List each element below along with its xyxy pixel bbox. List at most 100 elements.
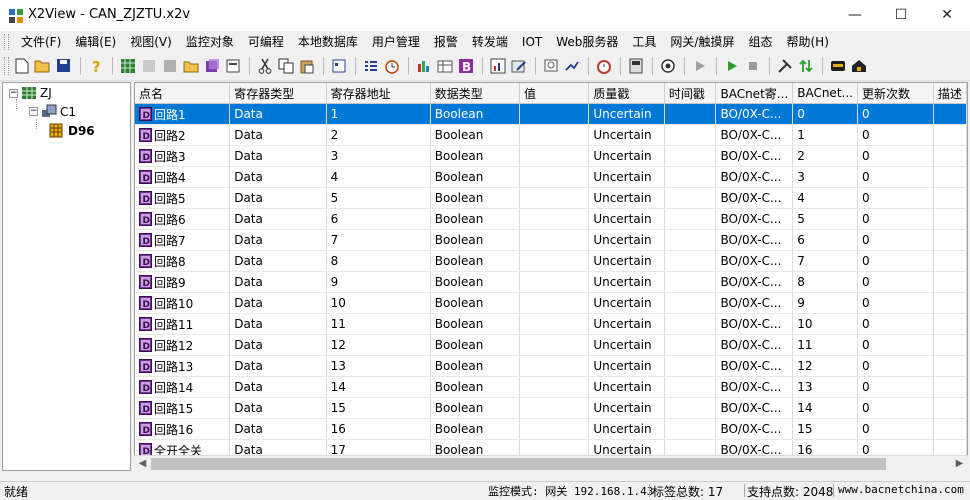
chart-icon[interactable] xyxy=(488,56,507,75)
collapse-toggle[interactable]: − xyxy=(9,88,18,98)
table-row[interactable]: D 回路12 Data 12 Boolean Uncertain BO/0X-C... 11 0 xyxy=(135,334,967,356)
help-icon[interactable]: ? xyxy=(86,56,105,75)
table-row[interactable]: D 回路16 Data 16 Boolean Uncertain BO/0X-C... 15 0 xyxy=(135,418,967,440)
properties-icon[interactable] xyxy=(223,56,242,75)
menu-user-management[interactable]: 用户管理 xyxy=(365,34,427,50)
col-header-bacnet-object[interactable]: BACnet寄... xyxy=(715,83,794,104)
import-icon[interactable] xyxy=(139,56,158,75)
table-row[interactable]: D 回路3 Data 3 Boolean Uncertain BO/0X-C... 2 0 xyxy=(135,145,967,167)
minimize-button[interactable]: — xyxy=(832,0,878,31)
cell-register-address: 7 xyxy=(326,229,431,251)
alarm-icon[interactable] xyxy=(594,56,613,75)
stop-icon[interactable] xyxy=(743,56,762,75)
menu-help[interactable]: 帮助(H) xyxy=(779,34,835,50)
table-row[interactable]: D 回路10 Data 10 Boolean Uncertain BO/0X-C... 9 0 xyxy=(135,292,967,314)
arrows-icon[interactable] xyxy=(796,56,815,75)
menu-web-server[interactable]: Web服务器 xyxy=(549,34,625,50)
monitor-icon[interactable] xyxy=(658,56,677,75)
edit-icon[interactable] xyxy=(509,56,528,75)
menu-local-database[interactable]: 本地数据库 xyxy=(291,34,365,50)
table-row[interactable]: D 回路6 Data 6 Boolean Uncertain BO/0X-C... 5 0 xyxy=(135,208,967,230)
col-header-timestamp[interactable]: 时间戳 xyxy=(664,83,717,104)
col-header-value[interactable]: 值 xyxy=(519,83,590,104)
col-header-name[interactable]: 点名 xyxy=(135,83,231,104)
close-button[interactable]: ✕ xyxy=(924,0,970,31)
menu-forwarder[interactable]: 转发端 xyxy=(465,34,515,50)
col-header-quality[interactable]: 质量戳 xyxy=(588,83,665,104)
menu-programmable[interactable]: 可编程 xyxy=(241,34,291,50)
cube-icon[interactable] xyxy=(202,56,221,75)
menu-alarm[interactable]: 报警 xyxy=(427,34,465,50)
collapse-toggle[interactable]: − xyxy=(29,107,38,116)
save-icon[interactable] xyxy=(54,56,73,75)
tools-icon[interactable] xyxy=(775,56,794,75)
maximize-button[interactable]: ☐ xyxy=(878,0,924,31)
tree-node-c1[interactable]: − C1 xyxy=(29,104,76,119)
device-icon xyxy=(49,123,63,138)
grid-icon[interactable] xyxy=(118,56,137,75)
paste-icon[interactable] xyxy=(297,56,316,75)
horizontal-scrollbar[interactable]: ◀ ▶ xyxy=(134,455,968,472)
cell-register-address: 6 xyxy=(326,208,431,230)
new-icon[interactable] xyxy=(12,56,31,75)
table-row[interactable]: D 回路7 Data 7 Boolean Uncertain BO/0X-C... 6 0 xyxy=(135,229,967,251)
point-name: 回路15 xyxy=(154,401,194,416)
col-header-register-type[interactable]: 寄存器类型 xyxy=(229,83,327,104)
menu-view[interactable]: 视图(V) xyxy=(123,34,179,50)
table-row[interactable]: D 回路2 Data 2 Boolean Uncertain BO/0X-C... 1 0 xyxy=(135,124,967,146)
table-row[interactable]: D 回路1 Data 1 Boolean Uncertain BO/0X-C... 0 0 xyxy=(135,103,967,125)
toolbar-grip[interactable] xyxy=(4,57,9,75)
cell-bacnet-object: BO/0X-C... xyxy=(715,271,794,293)
menu-iot[interactable]: IOT xyxy=(515,34,549,50)
device-icon[interactable] xyxy=(626,56,645,75)
table-row[interactable]: D 回路13 Data 13 Boolean Uncertain BO/0X-C... 12 0 xyxy=(135,355,967,377)
menu-config[interactable]: 组态 xyxy=(741,34,779,50)
db-icon[interactable] xyxy=(541,56,560,75)
menu-gateway[interactable]: 网关/触摸屏 xyxy=(663,34,741,50)
status-mode: 监控模式: 网关 192.168.1.43 xyxy=(488,485,654,498)
menu-tools[interactable]: 工具 xyxy=(625,34,663,50)
play-gray-icon[interactable] xyxy=(690,56,709,75)
list-icon[interactable] xyxy=(361,56,380,75)
menu-file[interactable]: 文件(F) xyxy=(14,34,68,50)
menu-grip[interactable] xyxy=(4,34,9,50)
col-header-bacnet-instance[interactable]: BACnet... xyxy=(792,83,858,104)
home-icon[interactable] xyxy=(849,56,868,75)
copy-icon[interactable] xyxy=(276,56,295,75)
table-row[interactable]: D 回路8 Data 8 Boolean Uncertain BO/0X-C... 7 0 xyxy=(135,250,967,272)
tree-node-d96[interactable]: D96 xyxy=(49,123,95,138)
bars-icon[interactable] xyxy=(414,56,433,75)
cell-register-address: 16 xyxy=(326,418,431,440)
table-row[interactable]: D 回路4 Data 4 Boolean Uncertain BO/0X-C... 3 0 xyxy=(135,166,967,188)
tree-node-label: D96 xyxy=(68,123,95,138)
table-row[interactable]: D 回路11 Data 11 Boolean Uncertain BO/0X-C... 10 0 xyxy=(135,313,967,335)
cell-update-count: 0 xyxy=(857,271,934,293)
menu-edit[interactable]: 编辑(E) xyxy=(68,34,123,50)
table-row[interactable]: D 回路9 Data 9 Boolean Uncertain BO/0X-C... 8 0 xyxy=(135,271,967,293)
view-icon[interactable] xyxy=(329,56,348,75)
col-header-data-type[interactable]: 数据类型 xyxy=(430,83,520,104)
scroll-right-icon[interactable]: ▶ xyxy=(951,456,968,472)
tree-node-zj[interactable]: − ZJ xyxy=(9,86,52,100)
screen-icon[interactable] xyxy=(828,56,847,75)
play-icon[interactable] xyxy=(722,56,741,75)
col-header-register-address[interactable]: 寄存器地址 xyxy=(326,83,431,104)
cut-icon[interactable] xyxy=(255,56,274,75)
menu-monitor-objects[interactable]: 监控对象 xyxy=(179,34,241,50)
table-row[interactable]: D 回路14 Data 14 Boolean Uncertain BO/0X-C... 13 0 xyxy=(135,376,967,398)
export-icon[interactable] xyxy=(160,56,179,75)
link-icon[interactable] xyxy=(562,56,581,75)
col-header-update-count[interactable]: 更新次数 xyxy=(857,83,934,104)
open-icon[interactable] xyxy=(33,56,52,75)
cell-quality: Uncertain xyxy=(588,271,665,293)
b-icon[interactable]: B xyxy=(456,56,475,75)
scrollbar-thumb[interactable] xyxy=(151,458,886,470)
scroll-left-icon[interactable]: ◀ xyxy=(134,456,151,472)
table-row[interactable]: D 回路15 Data 15 Boolean Uncertain BO/0X-C... 14 0 xyxy=(135,397,967,419)
table-icon[interactable] xyxy=(435,56,454,75)
grid-header: 点名 寄存器类型 寄存器地址 数据类型 值 质量戳 时间戳 BACnet寄...… xyxy=(135,83,967,104)
clock-icon[interactable] xyxy=(382,56,401,75)
col-header-description[interactable]: 描述 xyxy=(933,83,967,104)
table-row[interactable]: D 回路5 Data 5 Boolean Uncertain BO/0X-C... 4 0 xyxy=(135,187,967,209)
folder-add-icon[interactable] xyxy=(181,56,200,75)
